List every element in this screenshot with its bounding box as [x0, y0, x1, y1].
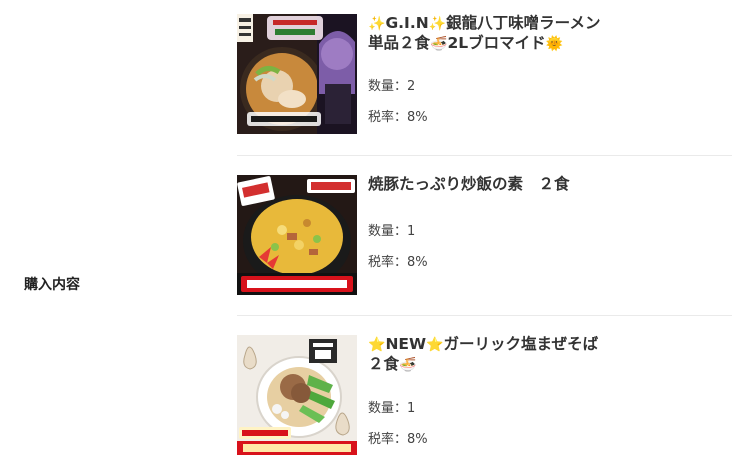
item-divider	[237, 155, 732, 156]
product-title-text: 2Lブロマイド	[447, 34, 546, 52]
item-info: ✨G.I.N✨銀龍八丁味噌ラーメン 単品２食🍜2Lブロマイド🌞 数量：2 税率：8…	[368, 14, 728, 125]
ramen-bowl-icon: 🍜	[399, 357, 417, 373]
tax-rate-text: 税率：8%	[368, 432, 428, 447]
product-title-text: G.I.N	[385, 14, 429, 32]
item-info: ⭐NEW⭐ガーリック塩まぜそば ２食🍜 数量：1 税率：8%	[368, 335, 728, 447]
quantity-text: 数量：2	[368, 79, 416, 94]
star-icon: ⭐	[426, 337, 444, 353]
quantity-text: 数量：1	[368, 224, 416, 239]
quantity-text: 数量：1	[368, 401, 416, 416]
ramen-bowl-icon: 🍜	[430, 36, 448, 52]
product-image-garlic-soba[interactable]	[237, 335, 357, 455]
order-item: 焼豚たっぷり炒飯の素 ２食 数量：1 税率：8%	[237, 175, 732, 296]
sparkles-icon: ✨	[428, 16, 447, 32]
product-title-link[interactable]: 焼豚たっぷり炒飯の素 ２食	[368, 175, 728, 194]
item-info: 焼豚たっぷり炒飯の素 ２食 数量：1 税率：8%	[368, 175, 728, 270]
product-title-text: 単品２食	[368, 34, 431, 52]
tax-rate-text: 税率：8%	[368, 255, 428, 270]
product-title-text: NEW	[385, 335, 427, 353]
product-title-text: 銀龍八丁味噌ラーメン	[446, 14, 601, 32]
product-title-link[interactable]: ⭐NEW⭐ガーリック塩まぜそば ２食🍜	[368, 335, 728, 375]
product-image-fried-rice[interactable]	[237, 175, 357, 295]
section-label: 購入内容	[24, 277, 80, 293]
tax-rate-text: 税率：8%	[368, 110, 428, 125]
product-image-fried-rice-graphic	[237, 175, 357, 295]
product-title-link[interactable]: ✨G.I.N✨銀龍八丁味噌ラーメン 単品２食🍜2Lブロマイド🌞	[368, 14, 728, 54]
sun-icon: 🌞	[545, 36, 564, 52]
product-image-ramen-graphic	[237, 14, 357, 134]
product-image-ramen[interactable]	[237, 14, 357, 134]
item-divider	[237, 315, 732, 316]
product-title-text: ２食	[368, 355, 400, 373]
product-title-text: ガーリック塩まぜそば	[443, 335, 599, 353]
order-item: ⭐NEW⭐ガーリック塩まぜそば ２食🍜 数量：1 税率：8%	[237, 335, 732, 455]
order-item: ✨G.I.N✨銀龍八丁味噌ラーメン 単品２食🍜2Lブロマイド🌞 数量：2 税率：8…	[237, 14, 732, 134]
star-icon: ⭐	[368, 337, 386, 353]
sparkles-icon: ✨	[368, 16, 386, 32]
product-image-garlic-soba-graphic	[237, 335, 357, 455]
